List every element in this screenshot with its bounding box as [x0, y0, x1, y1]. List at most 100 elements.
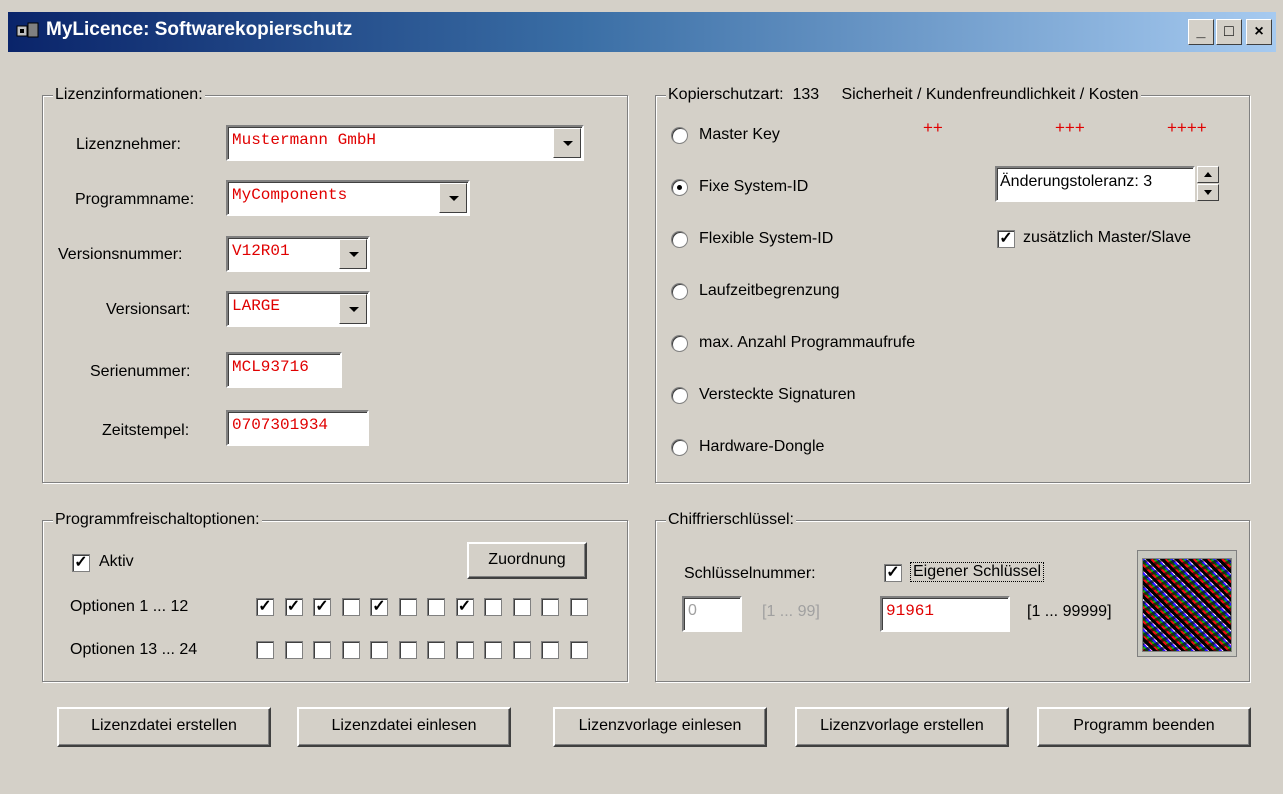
cost-rating: ++++ — [1167, 118, 1207, 137]
security-rating: ++ — [923, 118, 943, 137]
timestamp-label: Zeitstempel: — [102, 422, 190, 439]
option-checkbox-19[interactable] — [427, 641, 445, 659]
active-checkbox[interactable]: ✓ — [72, 554, 90, 572]
option-checkbox-2[interactable]: ✓ — [284, 598, 303, 616]
protection-code: 133 — [792, 86, 820, 103]
option-checkbox-24[interactable] — [569, 641, 588, 659]
license-info-legend: Lizenzinformationen: — [53, 86, 205, 104]
serial-input[interactable]: MCL93716 — [226, 352, 342, 388]
version-label: Versionsnummer: — [58, 246, 183, 263]
master-slave-checkbox[interactable]: ✓ — [997, 230, 1015, 248]
serial-label: Serienummer: — [90, 363, 191, 380]
option-checkbox-4[interactable] — [341, 598, 360, 616]
options-row2-label: Optionen 13 ... 24 — [70, 641, 198, 658]
app-icon — [16, 22, 39, 38]
keynum-range: [1 ... 99] — [762, 603, 820, 620]
program-value: MyComponents — [232, 186, 348, 204]
option-checkbox-6[interactable] — [398, 598, 417, 616]
chevron-down-icon[interactable] — [553, 128, 581, 158]
unlock-options-legend: Programmfreischaltoptionen: — [53, 511, 262, 529]
version-value: V12R01 — [232, 242, 290, 260]
arrow-up-icon — [1204, 172, 1212, 177]
chevron-down-icon[interactable] — [439, 183, 467, 213]
edition-value: LARGE — [232, 297, 281, 315]
version-combo[interactable]: V12R01 — [226, 236, 370, 272]
tolerance-field[interactable]: Änderungstoleranz: 3 — [995, 166, 1195, 202]
serial-value: MCL93716 — [232, 358, 309, 376]
radio-label-hardware-dongle: Hardware-Dongle — [699, 438, 825, 455]
option-checkbox-23[interactable] — [541, 641, 559, 659]
create-template-button[interactable]: Lizenzvorlage erstellen — [795, 707, 1009, 747]
option-checkbox-14[interactable] — [284, 641, 303, 659]
program-label: Programmname: — [75, 191, 195, 208]
chevron-down-icon[interactable] — [339, 294, 367, 324]
key-pattern-image — [1142, 558, 1232, 652]
maximize-button[interactable]: □ — [1216, 19, 1242, 45]
read-license-button[interactable]: Lizenzdatei einlesen — [297, 707, 511, 747]
option-checkbox-5[interactable]: ✓ — [370, 598, 388, 616]
active-label: Aktiv — [99, 553, 134, 570]
protection-legend: Kopierschutzart: 133 Sicherheit / Kunden… — [666, 86, 1141, 104]
radio-label-max-calls: max. Anzahl Programmaufrufe — [699, 334, 916, 351]
option-checkbox-10[interactable] — [512, 598, 531, 616]
radio-label-flexible-system-id: Flexible System-ID — [699, 230, 834, 247]
spin-down-button[interactable] — [1197, 184, 1219, 201]
option-checkbox-1[interactable]: ✓ — [256, 598, 274, 616]
keynum-label: Schlüsselnummer: — [684, 565, 816, 582]
title-bar[interactable]: MyLicence: Softwarekopierschutz _ □ × — [8, 12, 1276, 52]
option-checkbox-3[interactable]: ✓ — [313, 598, 331, 616]
option-checkbox-21[interactable] — [484, 641, 502, 659]
cipher-legend: Chiffrierschlüssel: — [666, 511, 796, 529]
main-window: MyLicence: Softwarekopierschutz _ □ × Li… — [0, 0, 1283, 794]
radio-flexible-system-id[interactable] — [671, 231, 688, 248]
option-checkbox-17[interactable] — [370, 641, 388, 659]
radio-runtime-limit[interactable] — [671, 283, 688, 300]
edition-combo[interactable]: LARGE — [226, 291, 370, 327]
option-checkbox-11[interactable] — [541, 598, 559, 616]
option-checkbox-8[interactable]: ✓ — [455, 598, 474, 616]
arrow-down-icon — [1204, 190, 1212, 195]
option-checkbox-20[interactable] — [455, 641, 474, 659]
chevron-down-icon[interactable] — [339, 239, 367, 269]
close-button[interactable]: × — [1246, 19, 1272, 45]
option-checkbox-7[interactable] — [427, 598, 445, 616]
keynum-input[interactable]: 0 — [682, 596, 742, 632]
option-checkbox-12[interactable] — [569, 598, 588, 616]
own-key-range: [1 ... 99999] — [1027, 603, 1112, 620]
assign-button[interactable]: Zuordnung — [467, 542, 587, 579]
option-checkbox-15[interactable] — [313, 641, 331, 659]
own-key-input[interactable]: 91961 — [880, 596, 1010, 632]
option-checkbox-16[interactable] — [341, 641, 360, 659]
option-checkbox-22[interactable] — [512, 641, 531, 659]
master-slave-label: zusätzlich Master/Slave — [1023, 229, 1192, 246]
radio-master-key[interactable] — [671, 127, 688, 144]
radio-label-hidden-signatures: Versteckte Signaturen — [699, 386, 856, 403]
timestamp-input[interactable]: 0707301934 — [226, 410, 369, 446]
keynum-value: 0 — [688, 602, 697, 619]
timestamp-value: 0707301934 — [232, 416, 329, 434]
window-title: MyLicence: Softwarekopierschutz — [46, 19, 353, 40]
exit-button[interactable]: Programm beenden — [1037, 707, 1251, 747]
read-template-button[interactable]: Lizenzvorlage einlesen — [553, 707, 767, 747]
own-key-checkbox[interactable]: ✓ — [884, 564, 902, 582]
radio-hidden-signatures[interactable] — [671, 387, 688, 404]
option-checkbox-9[interactable] — [484, 598, 502, 616]
option-checkbox-18[interactable] — [398, 641, 417, 659]
spin-up-button[interactable] — [1197, 166, 1219, 183]
options-row1-label: Optionen 1 ... 12 — [70, 598, 189, 615]
own-key-label: Eigener Schlüssel — [910, 562, 1045, 582]
protection-legend-prefix: Kopierschutzart: — [668, 86, 784, 103]
radio-label-master-key: Master Key — [699, 126, 780, 143]
radio-hardware-dongle[interactable] — [671, 439, 688, 456]
program-combo[interactable]: MyComponents — [226, 180, 470, 216]
radio-fixed-system-id[interactable] — [671, 179, 688, 196]
licensee-label: Lizenznehmer: — [76, 136, 181, 153]
create-license-button[interactable]: Lizenzdatei erstellen — [57, 707, 271, 747]
option-checkbox-13[interactable] — [256, 641, 274, 659]
radio-max-calls[interactable] — [671, 335, 688, 352]
licensee-combo[interactable]: Mustermann GmbH — [226, 125, 584, 161]
tolerance-value: Änderungstoleranz: 3 — [1000, 173, 1153, 190]
edition-label: Versionsart: — [106, 301, 191, 318]
minimize-button[interactable]: _ — [1188, 19, 1214, 45]
protection-criteria: Sicherheit / Kundenfreundlichkeit / Kost… — [841, 86, 1139, 103]
